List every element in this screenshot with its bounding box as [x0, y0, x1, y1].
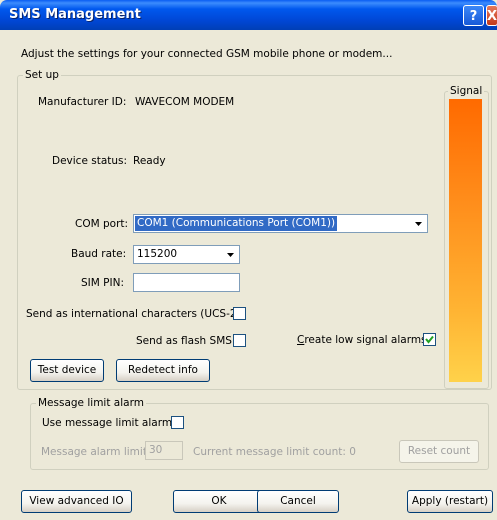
- sim-pin-input[interactable]: [133, 273, 240, 292]
- ok-button[interactable]: OK: [173, 490, 265, 513]
- alarm-limit-label: Message alarm limit:: [41, 446, 151, 458]
- setup-legend: Set up: [23, 69, 61, 81]
- com-port-select[interactable]: COM1 (Communications Port (COM1)): [133, 214, 428, 233]
- use-alarm-checkbox[interactable]: [171, 416, 184, 429]
- apply-restart-button[interactable]: Apply (restart): [407, 490, 493, 513]
- help-button[interactable]: ?: [463, 5, 484, 26]
- manufacturer-value: WAVECOM MODEM: [135, 96, 235, 108]
- view-advanced-io-button[interactable]: View advanced IO: [21, 490, 132, 513]
- signal-legend: Signal: [448, 85, 485, 97]
- flash-sms-checkbox[interactable]: [233, 334, 246, 347]
- low-signal-label: Create low signal alarms: [297, 334, 427, 346]
- close-button[interactable]: X: [486, 5, 497, 26]
- window-title: SMS Management: [9, 7, 141, 22]
- low-signal-checkbox[interactable]: [423, 333, 436, 346]
- ucs2-label: Send as international characters (UCS-2): [26, 308, 241, 320]
- reset-count-button[interactable]: Reset count: [399, 440, 479, 463]
- manufacturer-label: Manufacturer ID:: [38, 96, 127, 108]
- message-limit-legend: Message limit alarm: [36, 397, 146, 409]
- device-status-value: Ready: [133, 155, 166, 167]
- test-device-button[interactable]: Test device: [30, 359, 104, 382]
- signal-strength-bar: [449, 99, 482, 382]
- redetect-info-button[interactable]: Redetect info: [116, 359, 210, 382]
- sim-pin-label: SIM PIN:: [81, 277, 124, 289]
- chevron-down-icon[interactable]: [223, 247, 238, 262]
- current-count-label: Current message limit count: 0: [193, 446, 356, 458]
- intro-text: Adjust the settings for your connected G…: [21, 48, 393, 60]
- baud-rate-label: Baud rate:: [71, 248, 127, 260]
- baud-rate-select[interactable]: 115200: [133, 245, 240, 264]
- flash-sms-label: Send as flash SMS: [136, 335, 232, 347]
- chevron-down-icon[interactable]: [411, 216, 426, 231]
- checkmark-icon: [425, 335, 434, 344]
- device-status-label: Device status:: [52, 155, 128, 167]
- baud-rate-value: 115200: [137, 248, 178, 260]
- title-bar[interactable]: SMS Management ? X: [0, 0, 497, 30]
- cancel-button[interactable]: Cancel: [257, 490, 339, 513]
- ucs2-checkbox[interactable]: [233, 307, 246, 320]
- com-port-label: COM port:: [75, 218, 129, 230]
- low-signal-label-rest: reate low signal alarms: [304, 334, 427, 346]
- com-port-value: COM1 (Communications Port (COM1)): [135, 216, 338, 231]
- alarm-limit-input[interactable]: 30: [145, 441, 183, 460]
- use-alarm-label: Use message limit alarm:: [42, 417, 176, 429]
- sms-management-dialog: SMS Management ? X Adjust the settings f…: [0, 0, 497, 520]
